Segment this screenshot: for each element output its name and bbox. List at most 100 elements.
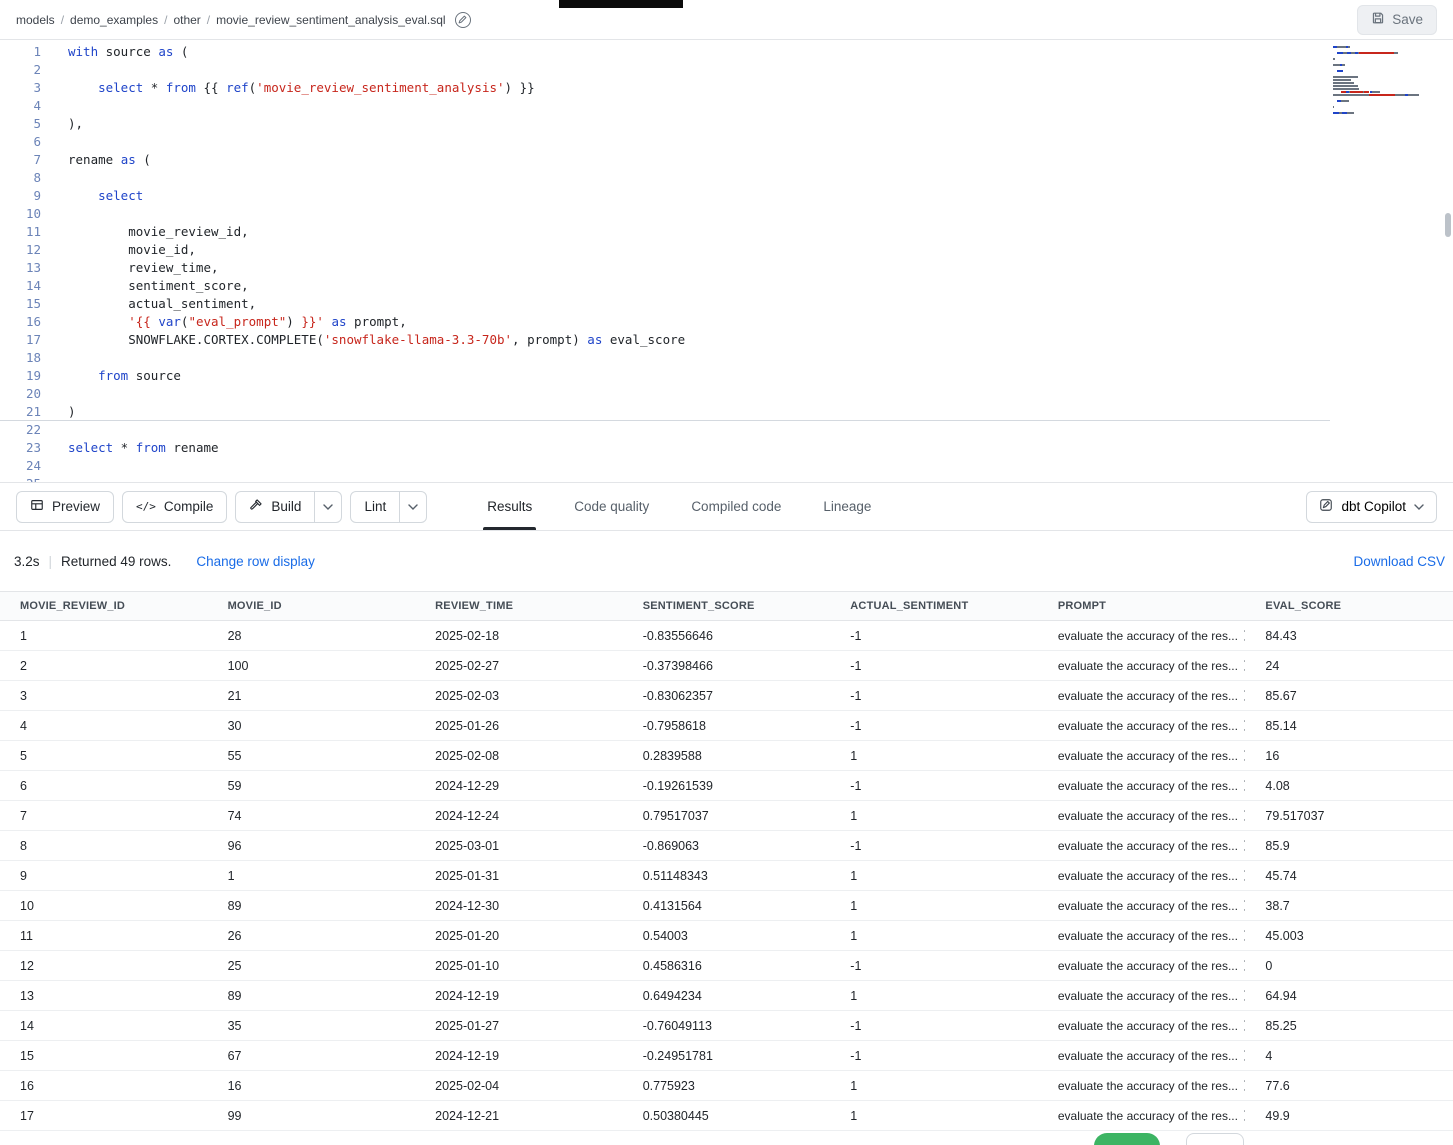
table-row: 6592024-12-29-0.19261539-1evaluate the a… (0, 771, 1453, 801)
build-button-label: Build (271, 499, 301, 514)
cell-prompt: evaluate the accuracy of the res... (1038, 869, 1246, 883)
cell-movie_id: 16 (208, 1079, 416, 1093)
cell-eval_score: 85.9 (1245, 839, 1453, 853)
cell-review_time: 2025-02-27 (415, 659, 623, 673)
cell-actual_sentiment: 1 (830, 989, 1038, 1003)
prompt-text: evaluate the accuracy of the res... (1058, 899, 1238, 913)
code-line: 24 (0, 457, 1330, 475)
cell-sentiment_score: 0.51148343 (623, 869, 831, 883)
table-row: 16162025-02-040.7759231evaluate the accu… (0, 1071, 1453, 1101)
line-number: 11 (0, 223, 41, 241)
cell-actual_sentiment: 1 (830, 749, 1038, 763)
prompt-text: evaluate the accuracy of the res... (1058, 1019, 1238, 1033)
cell-actual_sentiment: 1 (830, 1109, 1038, 1123)
cell-review_time: 2025-01-31 (415, 869, 623, 883)
line-number: 9 (0, 187, 41, 205)
preview-table-icon (30, 498, 44, 515)
cell-eval_score: 16 (1245, 749, 1453, 763)
code-line: 10 (0, 205, 1330, 223)
cell-sentiment_score: 0.4586316 (623, 959, 831, 973)
code-editor[interactable]: 1with source as (23 select * from {{ ref… (0, 40, 1453, 483)
cell-movie_review_id: 10 (0, 899, 208, 913)
cell-movie_id: 26 (208, 929, 416, 943)
table-row: 11262025-01-200.540031evaluate the accur… (0, 921, 1453, 951)
tab-code-quality[interactable]: Code quality (570, 483, 653, 530)
cell-sentiment_score: 0.79517037 (623, 809, 831, 823)
build-button[interactable]: Build (236, 492, 314, 522)
cell-movie_review_id: 15 (0, 1049, 208, 1063)
tab-results[interactable]: Results (483, 483, 536, 530)
cell-prompt: evaluate the accuracy of the res... (1038, 719, 1246, 733)
change-row-display-link[interactable]: Change row display (196, 554, 315, 569)
breadcrumb-item[interactable]: other (173, 13, 200, 27)
line-number: 22 (0, 421, 41, 439)
cell-prompt: evaluate the accuracy of the res... (1038, 629, 1246, 643)
line-number: 17 (0, 331, 41, 349)
cell-eval_score: 77.6 (1245, 1079, 1453, 1093)
table-row: 17992024-12-210.503804451evaluate the ac… (0, 1101, 1453, 1131)
tab-compiled-code[interactable]: Compiled code (687, 483, 785, 530)
line-number: 12 (0, 241, 41, 259)
cell-eval_score: 79.517037 (1245, 809, 1453, 823)
bottom-cutoff-white-button[interactable] (1186, 1133, 1244, 1145)
code-line: 22 (0, 421, 1330, 439)
cell-sentiment_score: -0.7958618 (623, 719, 831, 733)
dbt-copilot-button[interactable]: dbt Copilot (1306, 491, 1437, 523)
cell-prompt: evaluate the accuracy of the res... (1038, 809, 1246, 823)
cell-actual_sentiment: -1 (830, 1049, 1038, 1063)
lint-button[interactable]: Lint (351, 492, 399, 522)
cell-eval_score: 85.14 (1245, 719, 1453, 733)
toolbar: Preview </> Compile Build Lint (0, 483, 1453, 531)
line-number: 1 (0, 43, 41, 61)
lint-dropdown-chevron[interactable] (399, 492, 426, 522)
breadcrumb-item[interactable]: models (16, 13, 55, 27)
edit-file-icon[interactable] (455, 12, 471, 28)
preview-button[interactable]: Preview (16, 491, 114, 523)
table-row: 7742024-12-240.795170371evaluate the acc… (0, 801, 1453, 831)
cell-movie_review_id: 3 (0, 689, 208, 703)
breadcrumb-item[interactable]: demo_examples (70, 13, 158, 27)
cell-review_time: 2024-12-21 (415, 1109, 623, 1123)
column-header-movie_id: MOVIE_ID (208, 600, 416, 612)
cell-movie_id: 21 (208, 689, 416, 703)
prompt-text: evaluate the accuracy of the res... (1058, 869, 1238, 883)
cell-actual_sentiment: -1 (830, 959, 1038, 973)
cell-actual_sentiment: -1 (830, 629, 1038, 643)
bottom-cutoff-green-button[interactable] (1094, 1133, 1160, 1145)
cell-sentiment_score: -0.24951781 (623, 1049, 831, 1063)
cell-actual_sentiment: -1 (830, 779, 1038, 793)
code-icon: </> (136, 500, 156, 513)
prompt-text: evaluate the accuracy of the res... (1058, 689, 1238, 703)
code-line: 5), (0, 115, 1330, 133)
preview-button-label: Preview (52, 499, 100, 514)
scrollbar-thumb[interactable] (1445, 213, 1451, 237)
code-line: 9 select (0, 187, 1330, 205)
compile-button[interactable]: </> Compile (122, 491, 227, 523)
cell-prompt: evaluate the accuracy of the res... (1038, 779, 1246, 793)
cell-prompt: evaluate the accuracy of the res... (1038, 749, 1246, 763)
code-line: 23select * from rename (0, 439, 1330, 457)
cell-eval_score: 84.43 (1245, 629, 1453, 643)
cell-eval_score: 4.08 (1245, 779, 1453, 793)
line-number: 13 (0, 259, 41, 277)
results-table: MOVIE_REVIEW_IDMOVIE_IDREVIEW_TIMESENTIM… (0, 591, 1453, 1131)
tab-lineage[interactable]: Lineage (819, 483, 875, 530)
cell-review_time: 2025-02-08 (415, 749, 623, 763)
save-button[interactable]: Save (1357, 5, 1437, 35)
cell-sentiment_score: -0.83556646 (623, 629, 831, 643)
cell-sentiment_score: -0.37398466 (623, 659, 831, 673)
build-dropdown-chevron[interactable] (314, 492, 341, 522)
cell-movie_id: 28 (208, 629, 416, 643)
cell-sentiment_score: 0.54003 (623, 929, 831, 943)
cell-movie_review_id: 7 (0, 809, 208, 823)
download-csv-link[interactable]: Download CSV (1353, 554, 1447, 569)
results-statusbar: 3.2s | Returned 49 rows. Change row disp… (0, 531, 1453, 591)
cell-prompt: evaluate the accuracy of the res... (1038, 899, 1246, 913)
cell-review_time: 2025-02-03 (415, 689, 623, 703)
code-line: 6 (0, 133, 1330, 151)
breadcrumb-item[interactable]: movie_review_sentiment_analysis_eval.sql (216, 13, 445, 27)
cell-eval_score: 49.9 (1245, 1109, 1453, 1123)
topbar: models/demo_examples/other/movie_review_… (0, 0, 1453, 40)
cell-review_time: 2024-12-19 (415, 989, 623, 1003)
code-lines: 1with source as (23 select * from {{ ref… (0, 43, 1330, 483)
